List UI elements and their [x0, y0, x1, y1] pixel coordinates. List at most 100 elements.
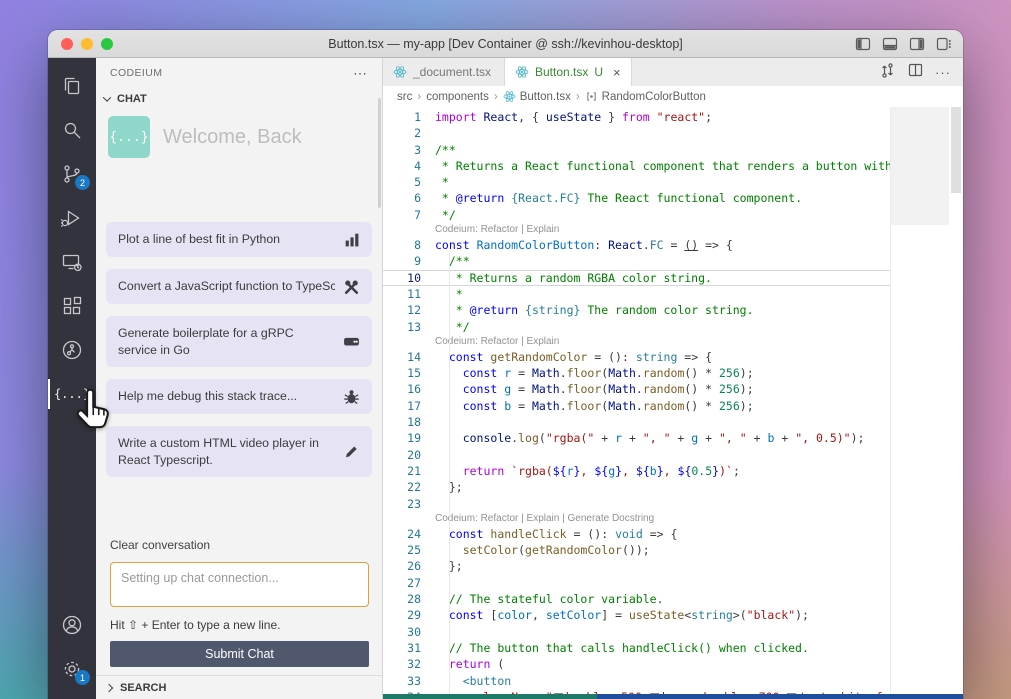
open-changes-icon[interactable] [879, 62, 895, 83]
more-actions-icon[interactable]: ··· [935, 65, 951, 80]
code-line[interactable]: 32 return ( [383, 656, 891, 672]
line-number: 11 [383, 286, 421, 302]
chat-input[interactable] [110, 562, 369, 607]
activity-item-explorer[interactable] [48, 64, 96, 108]
code-line[interactable]: 31 // The button that calls handleClick(… [383, 640, 891, 656]
line-text: * Returns a random RGBA color string. [435, 271, 712, 285]
scrollbar-thumb[interactable] [951, 107, 961, 193]
codelens[interactable]: Codeium: Refactor | Explain [383, 335, 891, 349]
code-line[interactable]: 4 * Returns a React functional component… [383, 158, 891, 174]
tab-label: Button.tsx [535, 65, 588, 79]
layout-sidebar-right-icon[interactable] [908, 35, 926, 58]
code-line[interactable]: 7 */ [383, 207, 891, 223]
activity-item-search[interactable] [48, 108, 96, 152]
activity-item-source-control[interactable]: 2 [48, 152, 96, 196]
code-line[interactable]: 17 const b = Math.floor(Math.random() * … [383, 398, 891, 414]
suggestion-card[interactable]: Generate boilerplate for a gRPC service … [106, 316, 372, 367]
activity-item-account[interactable] [48, 603, 96, 647]
code-line[interactable]: 2 [383, 125, 891, 141]
activity-item-settings-gear[interactable]: 1 [48, 647, 96, 691]
code-line[interactable]: 24 const handleClick = (): void => { [383, 526, 891, 542]
close-window-button[interactable] [61, 38, 73, 50]
code-line[interactable]: 1import React, { useState } from "react"… [383, 109, 891, 125]
suggestion-card[interactable]: Write a custom HTML video player in Reac… [106, 426, 372, 477]
breadcrumb-item-src[interactable]: src [397, 91, 412, 103]
breadcrumb-item-Buttontsx[interactable]: Button.tsx [503, 90, 571, 103]
code-line[interactable]: 11 * [383, 286, 891, 302]
editor-scrollbar[interactable] [949, 107, 963, 694]
layout-panel-icon[interactable] [881, 35, 899, 58]
code-line[interactable]: 16 const g = Math.floor(Math.random() * … [383, 381, 891, 397]
code-line[interactable]: 5 * [383, 174, 891, 190]
suggestion-card[interactable]: Plot a line of best fit in Python [106, 222, 372, 257]
activity-bar: 2{...} 1 [48, 58, 96, 699]
code-line[interactable]: 21 return `rgba(${r}, ${g}, ${b}, ${0.5}… [383, 463, 891, 479]
remote-indicator[interactable] [383, 694, 597, 699]
code-line[interactable]: 3/** [383, 142, 891, 158]
breadcrumb-item-components[interactable]: components [426, 91, 489, 103]
codelens[interactable]: Codeium: Refactor | Explain | Generate D… [383, 512, 891, 526]
code-line[interactable]: 10 * Returns a random RGBA color string. [383, 270, 891, 286]
line-text: // The button that calls handleClick() w… [435, 641, 809, 655]
suggestion-card[interactable]: Convert a JavaScript function to TypeScr… [106, 269, 372, 304]
activity-item-remote-explorer[interactable] [48, 240, 96, 284]
minimize-window-button[interactable] [81, 38, 93, 50]
sidebar-scrollbar[interactable] [378, 98, 381, 208]
code-line[interactable]: 22 }; [383, 479, 891, 495]
line-number: 5 [383, 174, 421, 190]
code-line[interactable]: 6 * @return {React.FC} The React functio… [383, 190, 891, 206]
code-line[interactable]: 12 * @return {string} The random color s… [383, 302, 891, 318]
zoom-window-button[interactable] [101, 38, 113, 50]
tab-label: _document.tsx [413, 65, 491, 79]
layout-customize-icon[interactable] [935, 35, 953, 58]
minimap[interactable] [891, 107, 949, 694]
code-line[interactable]: 18 [383, 414, 891, 430]
code-line[interactable]: 9 /** [383, 253, 891, 269]
codelens[interactable]: Codeium: Refactor | Explain [383, 223, 891, 237]
code-line[interactable]: 33 <button [383, 673, 891, 689]
more-actions-icon[interactable]: ⋯ [353, 65, 368, 82]
line-text: const b = Math.floor(Math.random() * 256… [435, 399, 754, 413]
code-line[interactable]: 34 className="bg-blue-500 hover:bg-blue-… [383, 689, 891, 694]
minimap-line [895, 188, 947, 190]
code-line[interactable]: 23 [383, 496, 891, 512]
activity-item-source-control-graph[interactable] [48, 328, 96, 372]
clear-conversation-link[interactable]: Clear conversation [96, 538, 382, 552]
submit-chat-button[interactable]: Submit Chat [110, 641, 369, 667]
code-editor[interactable]: 1import React, { useState } from "react"… [383, 107, 963, 694]
search-section-header[interactable]: SEARCH [96, 675, 382, 699]
run-debug-icon [60, 206, 84, 230]
explorer-icon [60, 74, 84, 98]
code-line[interactable]: 25 setColor(getRandomColor()); [383, 542, 891, 558]
code-line[interactable]: 14 const getRandomColor = (): string => … [383, 349, 891, 365]
code-line[interactable]: 28 // The stateful color variable. [383, 591, 891, 607]
code-line[interactable]: 29 const [color, setColor] = useState<st… [383, 607, 891, 623]
activity-item-run-debug[interactable] [48, 196, 96, 240]
tools-icon [343, 278, 360, 295]
code-line[interactable]: 26 }; [383, 558, 891, 574]
codeium-sidebar: CODEIUM ⋯ CHAT {...} Welcome, Back Plot … [96, 58, 383, 699]
suggestion-card[interactable]: Help me debug this stack trace... [106, 379, 372, 414]
code-line[interactable]: 13 */ [383, 319, 891, 335]
activity-item-extensions[interactable] [48, 284, 96, 328]
split-editor-icon[interactable] [907, 62, 923, 83]
code-line[interactable]: 30 [383, 624, 891, 640]
minimap-content [895, 111, 947, 198]
chat-section-header[interactable]: CHAT [96, 88, 382, 110]
code-line[interactable]: 8const RandomColorButton: React.FC = () … [383, 237, 891, 253]
code-line[interactable]: 27 [383, 575, 891, 591]
line-number: 24 [383, 526, 421, 542]
breadcrumb-item-RandomColorButton[interactable]: RandomColorButton [585, 90, 706, 103]
line-number: 25 [383, 542, 421, 558]
tab-_documenttsx[interactable]: _document.tsx [383, 58, 505, 86]
account-icon [60, 613, 84, 637]
tab-Buttontsx[interactable]: Button.tsxU× [505, 58, 632, 86]
code-line[interactable]: 15 const r = Math.floor(Math.random() * … [383, 365, 891, 381]
line-number: 15 [383, 365, 421, 381]
close-tab-icon[interactable]: × [613, 65, 621, 80]
title-bar[interactable]: Button.tsx — my-app [Dev Container @ ssh… [48, 30, 963, 58]
code-line[interactable]: 19 console.log("rgba(" + r + ", " + g + … [383, 430, 891, 446]
layout-sidebar-left-icon[interactable] [854, 35, 872, 58]
code-line[interactable]: 20 [383, 447, 891, 463]
minimap-line [895, 155, 947, 157]
